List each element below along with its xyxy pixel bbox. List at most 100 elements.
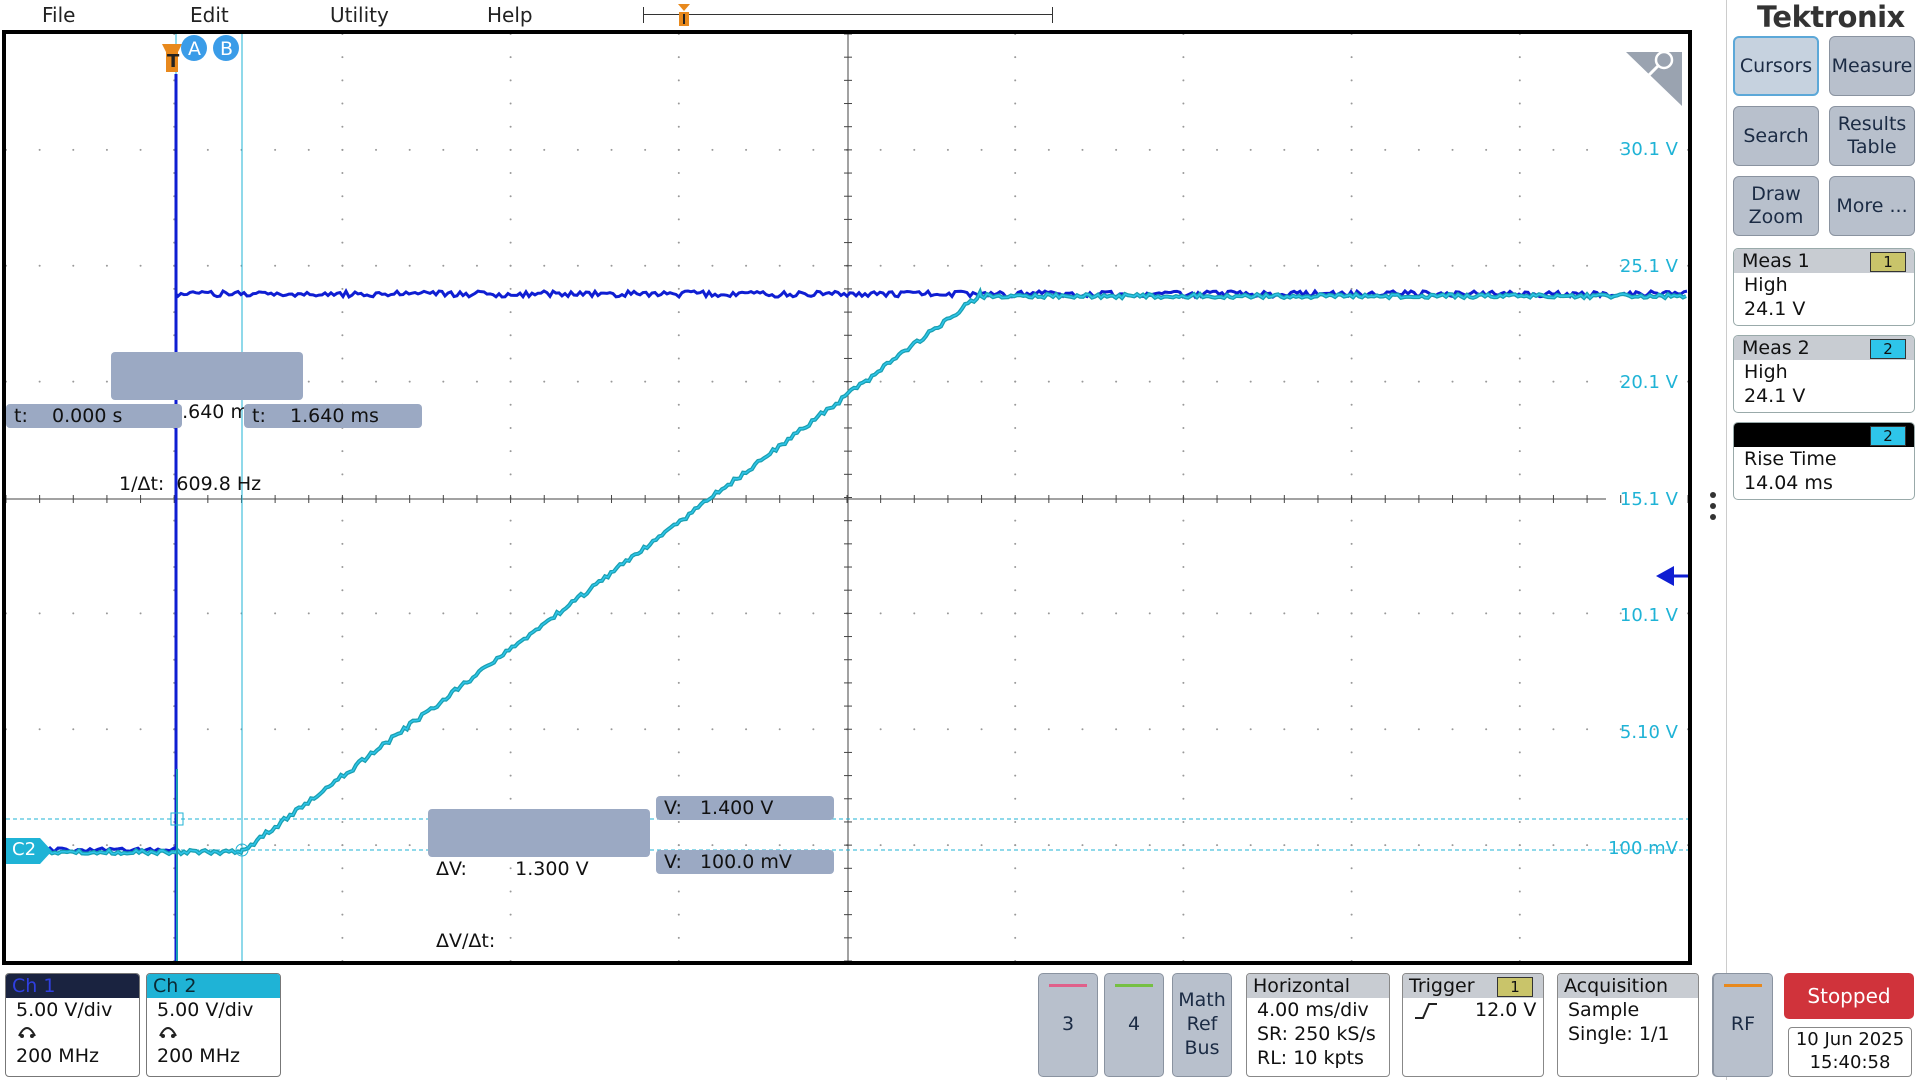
horizontal-title: Horizontal bbox=[1247, 974, 1389, 998]
more-button[interactable]: More ... bbox=[1829, 176, 1915, 236]
measure-button-label: Measure bbox=[1832, 55, 1913, 78]
ch4-button[interactable]: 4 bbox=[1104, 973, 1164, 1077]
trigger-badge[interactable]: Trigger 1 12.0 V bbox=[1402, 973, 1544, 1077]
bandwidth-limit-icon bbox=[157, 1022, 179, 1040]
record-trigger-marker-icon bbox=[676, 0, 692, 28]
rf-color-bar bbox=[1724, 984, 1762, 987]
run-stop-status[interactable]: Stopped bbox=[1784, 973, 1914, 1019]
cursor-handles: T A B bbox=[162, 34, 242, 74]
volt-label-3: 15.1 V bbox=[1620, 489, 1678, 510]
volt-label-1: 25.1 V bbox=[1620, 256, 1678, 277]
right-panel: Tektronix Cursors Measure Search Results… bbox=[1726, 0, 1920, 1080]
acquisition-mode: Sample bbox=[1558, 998, 1698, 1022]
cursors-button[interactable]: Cursors bbox=[1733, 36, 1819, 96]
ch2-scale: 5.00 V/div bbox=[147, 998, 280, 1022]
math-label: Math bbox=[1173, 988, 1231, 1012]
ref-label: Ref bbox=[1173, 1012, 1231, 1036]
cursor-delta-t-readout[interactable]: Δt: 1.640 ms 1/Δt: 609.8 Hz bbox=[111, 352, 303, 400]
acquisition-title: Acquisition bbox=[1558, 974, 1698, 998]
ch2-marker-label: C2 bbox=[12, 839, 36, 860]
draw-zoom-button-label-2: Zoom bbox=[1749, 206, 1804, 229]
draw-zoom-button-label-1: Draw bbox=[1751, 183, 1801, 206]
meas-2-name: High bbox=[1734, 360, 1914, 384]
ch3-label: 3 bbox=[1039, 1013, 1097, 1035]
acquisition-single-count: Single: 1/1 bbox=[1558, 1022, 1698, 1046]
meas-2-title: Meas 2 bbox=[1742, 337, 1810, 359]
meas-3-badge-box[interactable]: 2 Rise Time 14.04 ms bbox=[1733, 422, 1915, 500]
ch2-bandwidth-icon-row bbox=[147, 1022, 280, 1044]
results-table-button-label-2: Table bbox=[1847, 136, 1896, 159]
meas-2-badge-box[interactable]: Meas 2 2 High 24.1 V bbox=[1733, 335, 1915, 413]
meas-3-name: Rise Time bbox=[1734, 447, 1914, 471]
cursor-b-label: B bbox=[220, 38, 233, 60]
rf-button[interactable]: RF bbox=[1713, 973, 1773, 1077]
cursor-a-label: A bbox=[188, 38, 201, 60]
inverse-delta-t-value: 1/Δt: 609.8 Hz bbox=[119, 472, 295, 496]
measure-button[interactable]: Measure bbox=[1829, 36, 1915, 96]
acquisition-badge[interactable]: Acquisition Sample Single: 1/1 bbox=[1557, 973, 1699, 1077]
record-view-bar[interactable] bbox=[643, 14, 1053, 15]
trigger-marker-label: T bbox=[167, 51, 180, 72]
ch1-scale: 5.00 V/div bbox=[6, 998, 139, 1022]
trigger-level: 12.0 V bbox=[1475, 998, 1536, 1022]
rf-label: RF bbox=[1714, 1013, 1772, 1035]
results-table-button-label-1: Results bbox=[1838, 113, 1907, 136]
meas-2-value: 24.1 V bbox=[1734, 384, 1914, 408]
volt-label-0: 30.1 V bbox=[1620, 139, 1678, 160]
ch2-badge[interactable]: Ch 2 5.00 V/div 200 MHz bbox=[146, 973, 281, 1077]
meas-2-source-badge: 2 bbox=[1870, 339, 1906, 359]
ch2-offset-marker[interactable]: C2 bbox=[6, 838, 52, 864]
trigger-level-row: 12.0 V bbox=[1403, 998, 1543, 1026]
ch1-bandwidth: 200 MHz bbox=[6, 1044, 139, 1068]
menu-file[interactable]: File bbox=[42, 3, 75, 27]
search-button-label: Search bbox=[1743, 125, 1808, 148]
meas-1-name: High bbox=[1734, 273, 1914, 297]
cursors-button-label: Cursors bbox=[1740, 55, 1812, 78]
waveform-graticule[interactable]: T A B Δt: 1.640 ms 1/Δt: 609.8 Hz t: 0.0… bbox=[2, 30, 1692, 965]
meas-1-badge-box[interactable]: Meas 1 1 High 24.1 V bbox=[1733, 248, 1915, 326]
math-ref-bus-button[interactable]: Math Ref Bus bbox=[1172, 973, 1232, 1077]
ch4-label: 4 bbox=[1105, 1013, 1163, 1035]
trigger-title: Trigger bbox=[1409, 975, 1475, 997]
cursor-b-time-readout[interactable]: t: 1.640 ms bbox=[244, 404, 422, 428]
volt-label-5: 5.10 V bbox=[1620, 722, 1678, 743]
meas-3-value: 14.04 ms bbox=[1734, 471, 1914, 495]
trigger-source-badge: 1 bbox=[1497, 977, 1533, 997]
meas-3-source-badge: 2 bbox=[1870, 426, 1906, 446]
results-table-button[interactable]: Results Table bbox=[1829, 106, 1915, 166]
cursor-delta-v-readout[interactable]: ΔV: 1.300 V ΔV/Δt: bbox=[428, 809, 650, 857]
ch3-button[interactable]: 3 bbox=[1038, 973, 1098, 1077]
cursor-a-time-readout[interactable]: t: 0.000 s bbox=[6, 404, 182, 428]
ch2-bandwidth: 200 MHz bbox=[147, 1044, 280, 1068]
cursor-b-voltage-readout[interactable]: V: 100.0 mV bbox=[656, 850, 834, 874]
horizontal-badge[interactable]: Horizontal 4.00 ms/div SR: 250 kS/s RL: … bbox=[1246, 973, 1390, 1077]
ch1-badge[interactable]: Ch 1 5.00 V/div 200 MHz bbox=[5, 973, 140, 1077]
bottom-bar: Ch 1 5.00 V/div 200 MHz Ch 2 5.00 V/div … bbox=[0, 968, 1726, 1080]
meas-1-value: 24.1 V bbox=[1734, 297, 1914, 321]
sample-rate: SR: 250 kS/s bbox=[1247, 1022, 1389, 1046]
zoom-corner-icon[interactable] bbox=[1626, 52, 1682, 106]
menu-utility[interactable]: Utility bbox=[330, 3, 389, 27]
menu-help[interactable]: Help bbox=[487, 3, 533, 27]
menu-bar: File Edit Utility Help bbox=[0, 0, 1710, 30]
ch1-title: Ch 1 bbox=[6, 974, 139, 998]
delta-v-dt-value: ΔV/Δt: bbox=[436, 929, 642, 953]
brand-logo: Tektronix bbox=[1757, 0, 1905, 34]
ch1-bandwidth-icon-row bbox=[6, 1022, 139, 1044]
more-button-label: More ... bbox=[1836, 195, 1907, 218]
delta-v-value: ΔV: 1.300 V bbox=[436, 857, 642, 881]
time-label: 15:40:58 bbox=[1789, 1051, 1911, 1074]
bus-label: Bus bbox=[1173, 1036, 1231, 1060]
meas-1-title: Meas 1 bbox=[1742, 250, 1810, 272]
draw-zoom-button[interactable]: Draw Zoom bbox=[1733, 176, 1819, 236]
horizontal-scale: 4.00 ms/div bbox=[1247, 998, 1389, 1022]
volt-label-2: 20.1 V bbox=[1620, 372, 1678, 393]
ch4-color-bar bbox=[1115, 984, 1153, 987]
panel-resize-handle[interactable] bbox=[1709, 492, 1717, 526]
record-length: RL: 10 kpts bbox=[1247, 1046, 1389, 1070]
search-button[interactable]: Search bbox=[1733, 106, 1819, 166]
date-time-box[interactable]: 10 Jun 2025 15:40:58 bbox=[1788, 1027, 1912, 1077]
cursor-a-voltage-readout[interactable]: V: 1.400 V bbox=[656, 796, 834, 820]
menu-edit[interactable]: Edit bbox=[190, 3, 229, 27]
volt-label-4: 10.1 V bbox=[1620, 605, 1678, 626]
